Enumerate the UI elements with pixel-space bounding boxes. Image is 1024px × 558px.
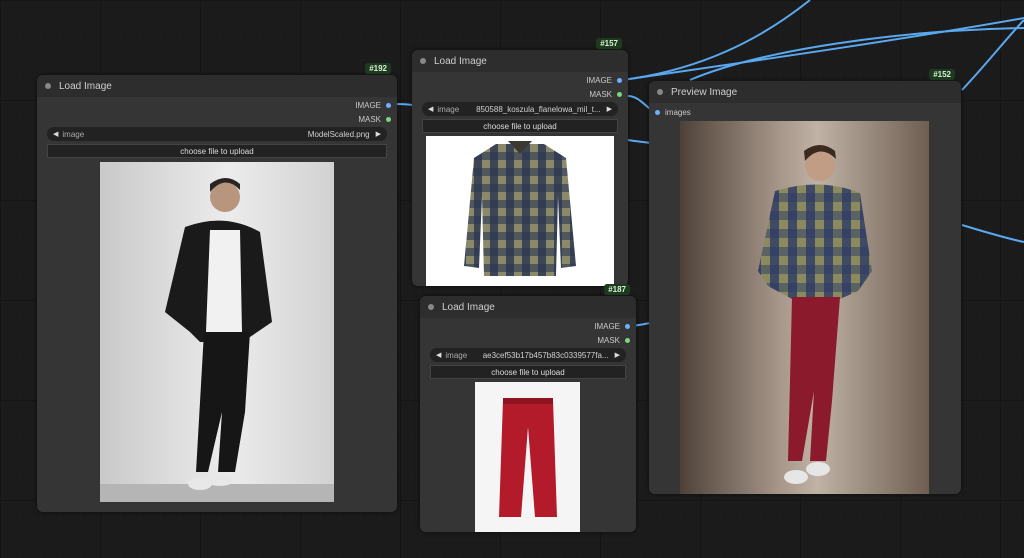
upload-button[interactable]: choose file to upload	[430, 365, 626, 379]
combo-label: image	[437, 104, 460, 114]
output-label: IMAGE	[594, 322, 620, 331]
image-preview	[100, 162, 334, 502]
output-mask[interactable]: MASK	[358, 115, 391, 124]
link-157-image-out	[621, 0, 811, 81]
upload-button[interactable]: choose file to upload	[47, 144, 387, 158]
combo-value: ModelScaled.png	[307, 129, 370, 139]
output-mask[interactable]: MASK	[589, 90, 622, 99]
collapse-dot-icon[interactable]	[45, 83, 51, 89]
output-label: IMAGE	[586, 76, 612, 85]
link-157-out-2	[621, 17, 1024, 81]
link-157-out-3	[689, 27, 1024, 81]
model-photo	[100, 178, 334, 502]
triangle-right-icon[interactable]: ▶	[615, 351, 620, 359]
combo-label: image	[62, 129, 85, 139]
node-load-image-187[interactable]: #187 Load Image IMAGE MASK ◀ image ae3ce…	[420, 284, 636, 532]
image-preview	[426, 136, 614, 286]
node-header[interactable]: Preview Image	[649, 81, 961, 103]
triangle-left-icon[interactable]: ◀	[53, 130, 58, 138]
image-preview	[680, 121, 929, 494]
link-right-1	[961, 224, 1024, 243]
node-title: Load Image	[442, 301, 495, 313]
node-title: Load Image	[59, 80, 112, 92]
image-combo[interactable]: ◀ image ae3cef53b17b457b83c0339577fa... …	[430, 348, 626, 362]
node-id-badge: #187	[604, 284, 630, 295]
output-label: MASK	[589, 90, 612, 99]
node-load-image-192[interactable]: #192 Load Image IMAGE MASK ◀ image Model…	[37, 63, 397, 512]
output-image[interactable]: IMAGE	[586, 76, 622, 85]
output-label: MASK	[597, 336, 620, 345]
pants-photo	[499, 398, 557, 517]
combo-label: image	[445, 350, 468, 360]
link-right-top	[961, 19, 1024, 91]
collapse-dot-icon[interactable]	[657, 89, 663, 95]
node-title: Load Image	[434, 55, 487, 67]
node-header[interactable]: Load Image	[412, 50, 628, 72]
collapse-dot-icon[interactable]	[428, 304, 434, 310]
combo-value: 850588_koszula_flanelowa_mil_t...	[476, 104, 601, 114]
socket-dot-icon[interactable]	[625, 324, 630, 329]
combo-value: ae3cef53b17b457b83c0339577fa...	[482, 350, 609, 360]
triangle-left-icon[interactable]: ◀	[428, 105, 433, 113]
node-id-badge: #157	[596, 38, 622, 49]
output-label: MASK	[358, 115, 381, 124]
node-preview-image-152[interactable]: #152 Preview Image images	[649, 69, 961, 494]
socket-dot-icon[interactable]	[617, 92, 622, 97]
shirt-photo	[464, 141, 576, 276]
node-load-image-157[interactable]: #157 Load Image IMAGE MASK ◀ image 85058…	[412, 38, 628, 286]
output-mask[interactable]: MASK	[597, 336, 630, 345]
node-title: Preview Image	[671, 86, 738, 98]
triangle-left-icon[interactable]: ◀	[436, 351, 441, 359]
triangle-right-icon[interactable]: ▶	[607, 105, 612, 113]
node-header[interactable]: Load Image	[37, 75, 397, 97]
socket-dot-icon[interactable]	[655, 110, 660, 115]
node-id-badge: #192	[365, 63, 391, 74]
collapse-dot-icon[interactable]	[420, 58, 426, 64]
input-images[interactable]: images	[655, 108, 691, 117]
socket-dot-icon[interactable]	[617, 78, 622, 83]
socket-dot-icon[interactable]	[625, 338, 630, 343]
socket-dot-icon[interactable]	[386, 117, 391, 122]
node-header[interactable]: Load Image	[420, 296, 636, 318]
output-image[interactable]: IMAGE	[355, 101, 391, 110]
upload-button[interactable]: choose file to upload	[422, 119, 618, 133]
output-image[interactable]: IMAGE	[594, 322, 630, 331]
link-to-preview	[627, 139, 651, 144]
image-preview	[475, 382, 580, 532]
image-combo[interactable]: ◀ image ModelScaled.png ▶	[47, 127, 387, 141]
result-photo	[758, 145, 872, 484]
socket-dot-icon[interactable]	[386, 103, 391, 108]
node-id-badge: #152	[929, 69, 955, 80]
input-label: images	[665, 108, 691, 117]
output-label: IMAGE	[355, 101, 381, 110]
triangle-right-icon[interactable]: ▶	[376, 130, 381, 138]
image-combo[interactable]: ◀ image 850588_koszula_flanelowa_mil_t..…	[422, 102, 618, 116]
